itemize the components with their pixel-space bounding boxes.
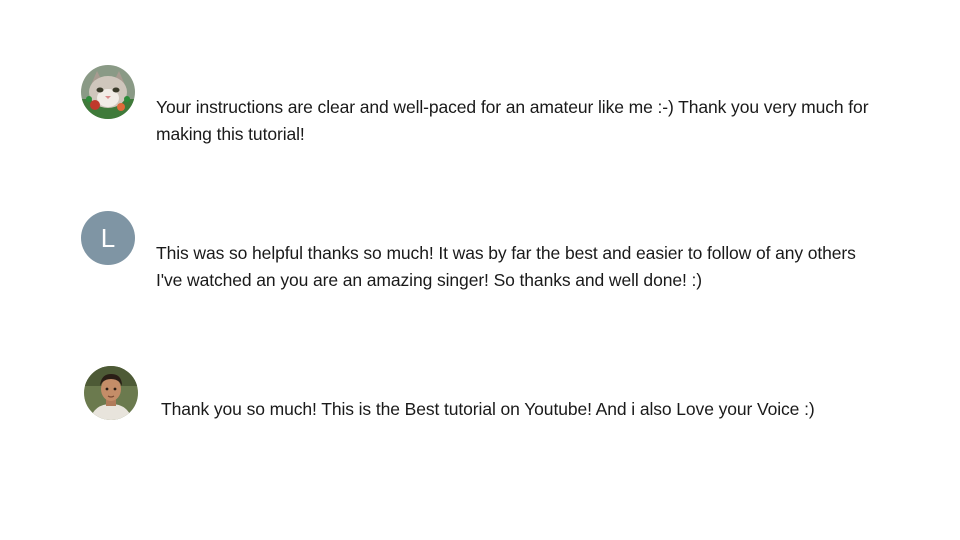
comment-text: Thank you so much! This is the Best tuto… bbox=[161, 399, 815, 419]
cat-avatar-icon[interactable] bbox=[81, 65, 135, 119]
person-avatar-icon[interactable] bbox=[84, 366, 138, 420]
comment-text: This was so helpful thanks so much! It w… bbox=[156, 243, 856, 290]
comments-page: Your instructions are clear and well-pac… bbox=[0, 0, 960, 540]
comment-text: Your instructions are clear and well-pac… bbox=[156, 97, 869, 144]
letter-avatar[interactable]: L bbox=[81, 211, 135, 265]
avatar-letter: L bbox=[100, 222, 116, 253]
